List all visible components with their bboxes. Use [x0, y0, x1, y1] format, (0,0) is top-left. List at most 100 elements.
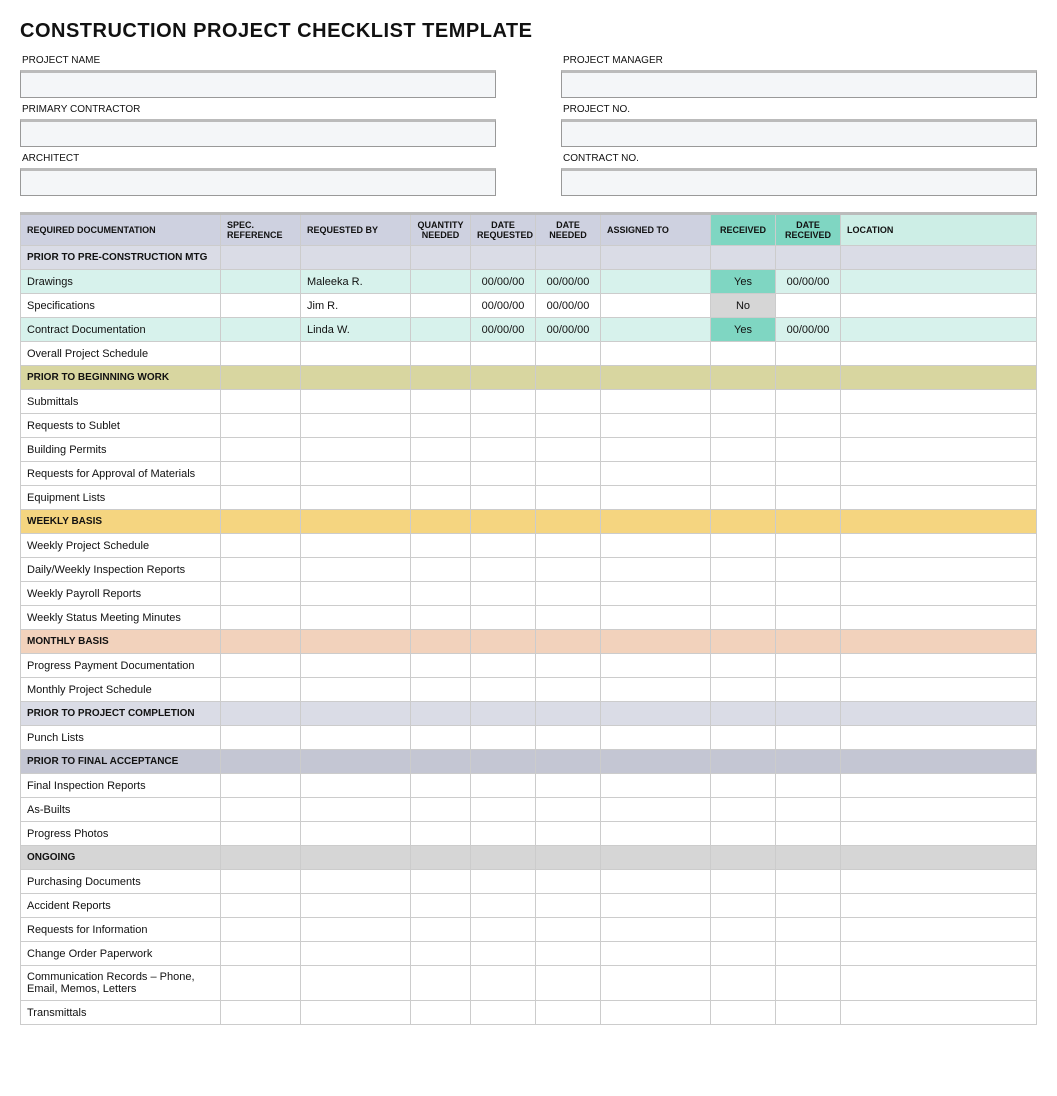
- location-cell[interactable]: [841, 582, 1037, 606]
- requested-by-cell[interactable]: [301, 918, 411, 942]
- date-requested-cell[interactable]: [471, 822, 536, 846]
- spec-cell[interactable]: [221, 606, 301, 630]
- requested-by-cell[interactable]: [301, 462, 411, 486]
- date-requested-cell[interactable]: [471, 438, 536, 462]
- doc-cell[interactable]: Final Inspection Reports: [21, 774, 221, 798]
- assigned-to-cell[interactable]: [601, 774, 711, 798]
- date-requested-cell[interactable]: [471, 726, 536, 750]
- date-requested-cell[interactable]: [471, 486, 536, 510]
- assigned-to-cell[interactable]: [601, 462, 711, 486]
- date-received-cell[interactable]: [776, 294, 841, 318]
- requested-by-cell[interactable]: [301, 390, 411, 414]
- received-cell[interactable]: [711, 870, 776, 894]
- qty-cell[interactable]: [411, 822, 471, 846]
- spec-cell[interactable]: [221, 294, 301, 318]
- assigned-to-cell[interactable]: [601, 798, 711, 822]
- doc-cell[interactable]: Requests for Information: [21, 918, 221, 942]
- doc-cell[interactable]: Specifications: [21, 294, 221, 318]
- project-no-input[interactable]: [561, 119, 1037, 147]
- qty-cell[interactable]: [411, 342, 471, 366]
- date-requested-cell[interactable]: 00/00/00: [471, 294, 536, 318]
- date-received-cell[interactable]: [776, 342, 841, 366]
- location-cell[interactable]: [841, 678, 1037, 702]
- date-received-cell[interactable]: [776, 894, 841, 918]
- qty-cell[interactable]: [411, 774, 471, 798]
- spec-cell[interactable]: [221, 390, 301, 414]
- requested-by-cell[interactable]: [301, 942, 411, 966]
- location-cell[interactable]: [841, 318, 1037, 342]
- date-received-cell[interactable]: [776, 534, 841, 558]
- requested-by-cell[interactable]: [301, 534, 411, 558]
- date-needed-cell[interactable]: 00/00/00: [536, 270, 601, 294]
- received-cell[interactable]: [711, 438, 776, 462]
- location-cell[interactable]: [841, 606, 1037, 630]
- requested-by-cell[interactable]: [301, 606, 411, 630]
- requested-by-cell[interactable]: [301, 870, 411, 894]
- received-cell[interactable]: Yes: [711, 318, 776, 342]
- requested-by-cell[interactable]: [301, 894, 411, 918]
- doc-cell[interactable]: Daily/Weekly Inspection Reports: [21, 558, 221, 582]
- date-requested-cell[interactable]: [471, 798, 536, 822]
- doc-cell[interactable]: Drawings: [21, 270, 221, 294]
- qty-cell[interactable]: [411, 294, 471, 318]
- requested-by-cell[interactable]: [301, 414, 411, 438]
- assigned-to-cell[interactable]: [601, 966, 711, 1001]
- requested-by-cell[interactable]: [301, 654, 411, 678]
- date-requested-cell[interactable]: 00/00/00: [471, 270, 536, 294]
- spec-cell[interactable]: [221, 270, 301, 294]
- date-received-cell[interactable]: [776, 654, 841, 678]
- received-cell[interactable]: [711, 582, 776, 606]
- date-received-cell[interactable]: [776, 390, 841, 414]
- spec-cell[interactable]: [221, 318, 301, 342]
- date-needed-cell[interactable]: 00/00/00: [536, 294, 601, 318]
- date-received-cell[interactable]: [776, 774, 841, 798]
- date-needed-cell[interactable]: [536, 486, 601, 510]
- primary-contractor-input[interactable]: [20, 119, 496, 147]
- contract-no-input[interactable]: [561, 168, 1037, 196]
- assigned-to-cell[interactable]: [601, 270, 711, 294]
- location-cell[interactable]: [841, 918, 1037, 942]
- location-cell[interactable]: [841, 654, 1037, 678]
- date-needed-cell[interactable]: [536, 966, 601, 1001]
- qty-cell[interactable]: [411, 942, 471, 966]
- doc-cell[interactable]: As-Builts: [21, 798, 221, 822]
- qty-cell[interactable]: [411, 798, 471, 822]
- spec-cell[interactable]: [221, 438, 301, 462]
- qty-cell[interactable]: [411, 654, 471, 678]
- date-needed-cell[interactable]: [536, 678, 601, 702]
- assigned-to-cell[interactable]: [601, 918, 711, 942]
- received-cell[interactable]: [711, 534, 776, 558]
- date-needed-cell[interactable]: [536, 462, 601, 486]
- spec-cell[interactable]: [221, 1001, 301, 1025]
- doc-cell[interactable]: Weekly Status Meeting Minutes: [21, 606, 221, 630]
- qty-cell[interactable]: [411, 966, 471, 1001]
- received-cell[interactable]: [711, 918, 776, 942]
- received-cell[interactable]: No: [711, 294, 776, 318]
- received-cell[interactable]: [711, 558, 776, 582]
- date-needed-cell[interactable]: [536, 942, 601, 966]
- doc-cell[interactable]: Requests to Sublet: [21, 414, 221, 438]
- qty-cell[interactable]: [411, 894, 471, 918]
- date-requested-cell[interactable]: [471, 894, 536, 918]
- qty-cell[interactable]: [411, 678, 471, 702]
- qty-cell[interactable]: [411, 726, 471, 750]
- qty-cell[interactable]: [411, 414, 471, 438]
- location-cell[interactable]: [841, 534, 1037, 558]
- qty-cell[interactable]: [411, 390, 471, 414]
- doc-cell[interactable]: Weekly Project Schedule: [21, 534, 221, 558]
- location-cell[interactable]: [841, 390, 1037, 414]
- doc-cell[interactable]: Contract Documentation: [21, 318, 221, 342]
- date-needed-cell[interactable]: [536, 342, 601, 366]
- location-cell[interactable]: [841, 342, 1037, 366]
- spec-cell[interactable]: [221, 942, 301, 966]
- spec-cell[interactable]: [221, 678, 301, 702]
- received-cell[interactable]: [711, 726, 776, 750]
- received-cell[interactable]: [711, 678, 776, 702]
- qty-cell[interactable]: [411, 318, 471, 342]
- requested-by-cell[interactable]: [301, 678, 411, 702]
- assigned-to-cell[interactable]: [601, 606, 711, 630]
- requested-by-cell[interactable]: [301, 966, 411, 1001]
- qty-cell[interactable]: [411, 558, 471, 582]
- date-needed-cell[interactable]: [536, 438, 601, 462]
- location-cell[interactable]: [841, 966, 1037, 1001]
